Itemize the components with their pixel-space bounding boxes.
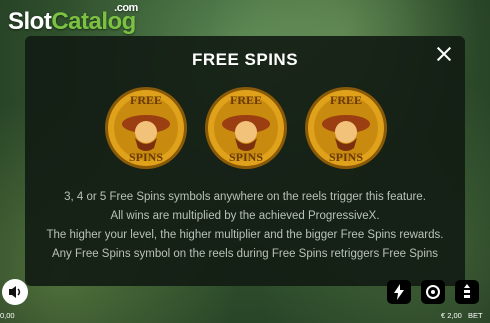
info-modal: FREE SPINS FREE SPINS FREE SPINS FREE SP… xyxy=(25,36,465,286)
turbo-button[interactable] xyxy=(387,280,411,304)
coin-label-top: FREE xyxy=(330,93,362,107)
sound-button[interactable] xyxy=(2,279,28,305)
modal-title: FREE SPINS xyxy=(191,50,299,69)
bet-adjust-button[interactable] xyxy=(455,280,479,304)
coin-row: FREE SPINS FREE SPINS FREE SPINS xyxy=(25,86,465,170)
autoplay-button[interactable] xyxy=(421,280,445,304)
site-logo: SlotCatalog .com xyxy=(8,2,138,36)
rules-paragraph: 3, 4 or 5 Free Spins symbols anywhere on… xyxy=(64,191,426,203)
coin-label-bottom: SPINS xyxy=(229,150,263,164)
coin-label-bottom: SPINS xyxy=(329,150,363,164)
logo-text-slot: Slot xyxy=(8,8,52,35)
rules-paragraph: All wins are multiplied by the achieved … xyxy=(110,210,380,222)
coin-stack-icon xyxy=(464,284,470,298)
lightning-icon xyxy=(394,284,404,300)
free-spins-coin-icon: FREE SPINS xyxy=(105,87,187,169)
rules-text: 3, 4 or 5 Free Spins symbols anywhere on… xyxy=(35,190,455,266)
autoplay-icon xyxy=(426,285,440,299)
free-spins-coin-icon: FREE SPINS xyxy=(305,87,387,169)
bet-value: € 2,00 xyxy=(441,311,462,320)
rules-paragraph: The higher your level, the higher multip… xyxy=(46,229,444,241)
speaker-icon xyxy=(9,286,21,298)
bet-label: BET xyxy=(468,311,483,320)
rules-paragraph: Any Free Spins symbol on the reels durin… xyxy=(51,248,439,260)
balance-value: 0,00 xyxy=(0,311,15,320)
coin-label-top: FREE xyxy=(230,93,262,107)
free-spins-coin-icon: FREE SPINS xyxy=(205,87,287,169)
close-icon[interactable] xyxy=(436,46,452,62)
logo-suffix: .com xyxy=(114,2,138,14)
coin-label-bottom: SPINS xyxy=(129,150,163,164)
coin-label-top: FREE xyxy=(130,93,162,107)
